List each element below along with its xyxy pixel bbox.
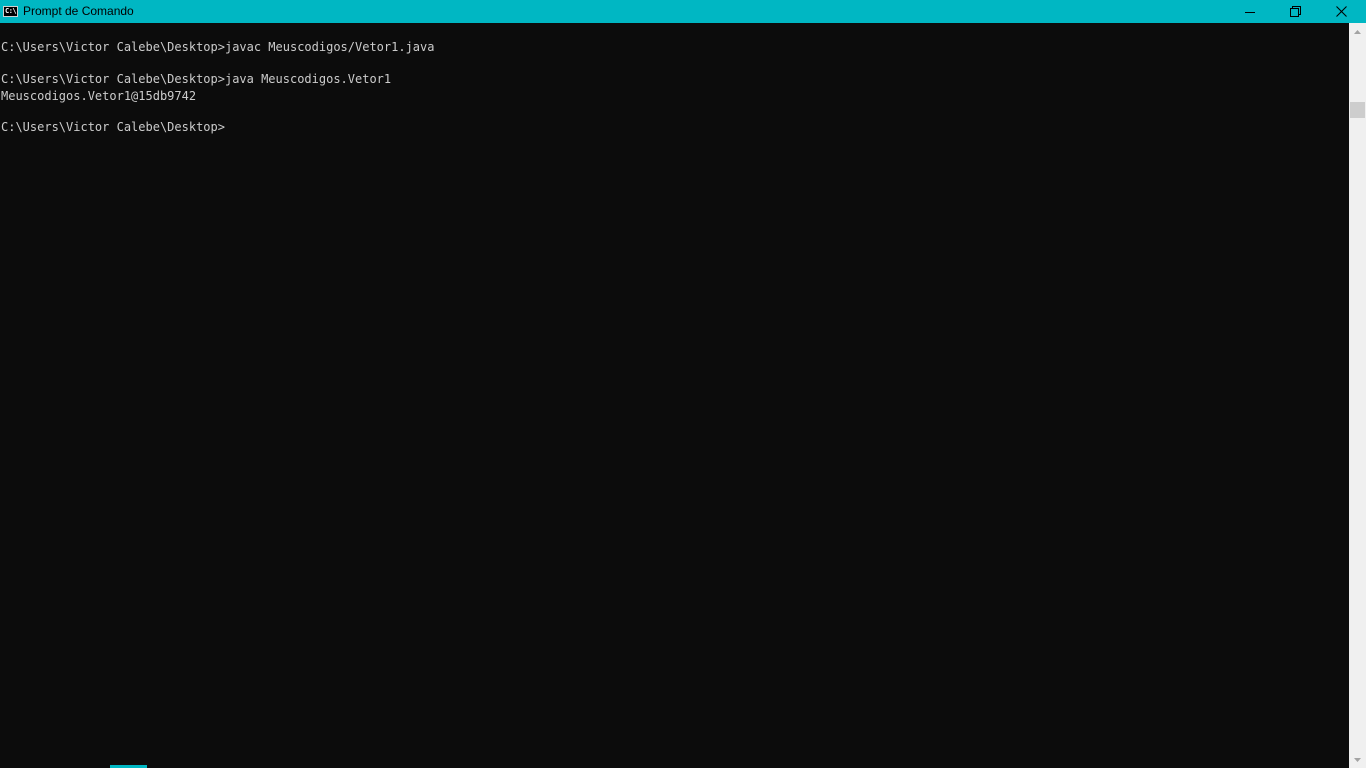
scroll-up-button[interactable] bbox=[1349, 23, 1366, 40]
minimize-button[interactable] bbox=[1227, 0, 1273, 23]
vertical-scrollbar[interactable] bbox=[1349, 23, 1366, 768]
close-button[interactable] bbox=[1318, 0, 1364, 23]
console-line-javac-command: C:\Users\Victor Calebe\Desktop>javac Meu… bbox=[1, 40, 435, 54]
console-output-area[interactable]: C:\Users\Victor Calebe\Desktop>javac Meu… bbox=[0, 23, 1349, 768]
cmd-app-icon[interactable]: C:\. bbox=[3, 6, 18, 17]
title-bar[interactable]: C:\. Prompt de Comando bbox=[0, 0, 1366, 23]
arrow-up-icon bbox=[1354, 29, 1361, 34]
restore-icon bbox=[1289, 6, 1301, 17]
close-icon bbox=[1335, 6, 1347, 17]
window-title: Prompt de Comando bbox=[23, 4, 134, 18]
command-prompt-window: C:\. Prompt de Comando C:\Users\Victor C… bbox=[0, 0, 1366, 768]
console-line-java-command: C:\Users\Victor Calebe\Desktop>java Meus… bbox=[1, 72, 392, 86]
scroll-down-button[interactable] bbox=[1349, 751, 1366, 768]
console-line-program-output: Meuscodigos.Vetor1@15db9742 bbox=[1, 89, 197, 103]
arrow-down-icon bbox=[1354, 757, 1361, 762]
scroll-thumb[interactable] bbox=[1350, 102, 1365, 118]
console-line-prompt: C:\Users\Victor Calebe\Desktop> bbox=[1, 120, 225, 134]
cmd-app-icon-label: C:\. bbox=[5, 7, 17, 15]
minimize-icon bbox=[1245, 11, 1255, 13]
restore-button[interactable] bbox=[1272, 0, 1318, 23]
